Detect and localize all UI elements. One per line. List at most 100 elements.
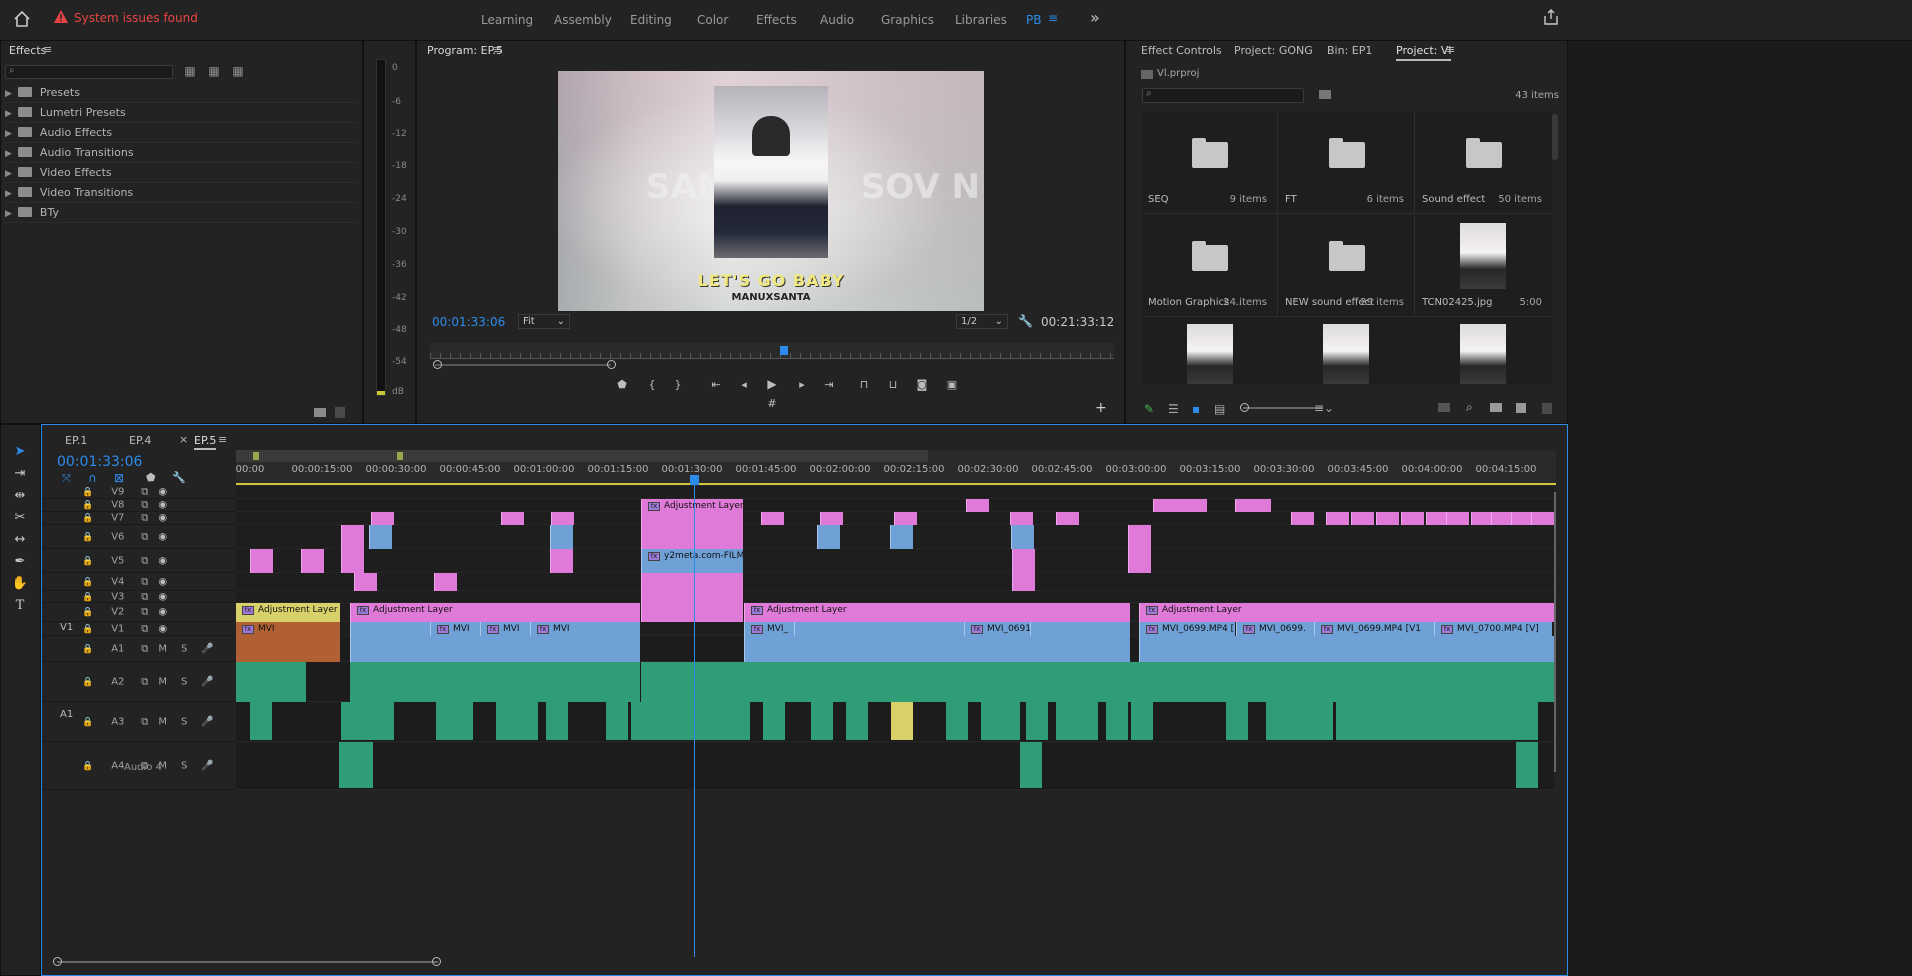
panel-menu-icon[interactable]: ≡ xyxy=(1446,43,1455,56)
sync-lock-icon[interactable]: ⧉ xyxy=(141,643,148,654)
new-folder-icon[interactable] xyxy=(314,408,326,417)
sync-lock-icon[interactable]: ⧉ xyxy=(141,513,148,524)
ripple-edit-tool-icon[interactable]: ⇹ xyxy=(11,487,29,505)
eye-icon[interactable]: ◉ xyxy=(158,591,167,602)
button-editor-icon[interactable]: + xyxy=(1095,400,1107,416)
audio-clip[interactable] xyxy=(236,636,340,662)
lock-icon[interactable]: 🔒 xyxy=(82,488,93,498)
scroll-handle-right[interactable] xyxy=(432,957,441,966)
tree-item-video-transitions[interactable]: ▶ Video Transitions xyxy=(5,183,357,203)
tab-graphics[interactable]: Graphics xyxy=(881,13,934,27)
audio-clip[interactable] xyxy=(1311,702,1333,740)
sync-lock-icon[interactable]: ⧉ xyxy=(141,623,148,634)
tile-ft[interactable]: FT 6 items xyxy=(1279,112,1415,214)
playhead-timecode[interactable]: 00:01:33:06 xyxy=(432,315,505,329)
video-clip[interactable]: fx MVI xyxy=(530,622,640,636)
new-item-icon[interactable] xyxy=(1516,403,1526,413)
audio-clip[interactable] xyxy=(1456,702,1478,740)
panel-menu-icon[interactable]: ≡ xyxy=(493,43,502,56)
source-patch-a1[interactable]: A1 xyxy=(60,709,73,720)
sync-lock-icon[interactable]: ⧉ xyxy=(141,607,148,618)
tab-project-vl[interactable]: Project: Vl xyxy=(1396,44,1452,61)
tab-color[interactable]: Color xyxy=(697,13,728,27)
clip[interactable] xyxy=(1446,512,1469,525)
video-clip[interactable]: fx MVI xyxy=(236,622,340,636)
audio-clip[interactable] xyxy=(1436,702,1458,740)
lock-icon[interactable]: 🔒 xyxy=(82,592,93,602)
track-select-tool-icon[interactable]: ⇥ xyxy=(11,465,29,483)
audio-clip[interactable] xyxy=(1376,702,1398,740)
audio-clip[interactable] xyxy=(250,702,272,740)
tree-item-audio-transitions[interactable]: ▶ Audio Transitions xyxy=(5,143,357,163)
panel-menu-icon[interactable]: ≡ xyxy=(218,433,227,446)
clip[interactable] xyxy=(1128,525,1151,549)
solo-button[interactable]: S xyxy=(181,676,187,687)
clip[interactable] xyxy=(1531,512,1554,525)
clip[interactable] xyxy=(1376,512,1399,525)
audio-clip[interactable] xyxy=(998,702,1020,740)
32bit-effects-icon[interactable]: ▦ xyxy=(206,64,222,78)
video-clip[interactable]: fx MVI_ xyxy=(744,622,794,636)
clip[interactable] xyxy=(354,573,377,591)
ruler-marker[interactable] xyxy=(397,452,403,460)
go-to-out-icon[interactable]: ⇥ xyxy=(821,378,837,391)
new-search-bin-icon[interactable] xyxy=(1319,90,1331,99)
home-icon[interactable] xyxy=(13,10,31,28)
clip[interactable] xyxy=(820,512,843,525)
video-clip[interactable]: fx MVI_0699.MP4 [ xyxy=(1139,622,1235,636)
clip[interactable] xyxy=(1010,512,1033,525)
solo-button[interactable]: S xyxy=(181,760,187,771)
solo-button[interactable]: S xyxy=(181,643,187,654)
add-marker-icon[interactable]: ⬟ xyxy=(146,471,156,484)
clip[interactable] xyxy=(501,512,524,525)
audio-clip[interactable] xyxy=(351,742,373,788)
tile-motion-graphics[interactable]: Motion Graphics ... 24 items xyxy=(1142,215,1278,317)
video-clip[interactable]: fx MVI_0699. xyxy=(1236,622,1314,636)
clip[interactable] xyxy=(1235,499,1271,512)
clip[interactable] xyxy=(371,512,394,525)
extract-icon[interactable]: ⊔ xyxy=(885,378,901,391)
eye-icon[interactable]: ◉ xyxy=(158,487,167,498)
sync-lock-icon[interactable]: ⧉ xyxy=(141,591,148,602)
audio-clip[interactable] xyxy=(811,702,833,740)
slip-tool-icon[interactable]: ↔ xyxy=(11,531,29,549)
timeline-playhead-line[interactable] xyxy=(694,485,695,957)
type-tool-icon[interactable]: T xyxy=(11,597,29,615)
accelerated-effects-icon[interactable]: ▦ xyxy=(182,64,198,78)
audio-clip[interactable] xyxy=(606,702,628,740)
write-lock-icon[interactable]: ✎ xyxy=(1144,402,1154,416)
clip[interactable] xyxy=(1012,549,1035,573)
audio-clip[interactable] xyxy=(236,662,306,702)
clip[interactable] xyxy=(341,549,364,573)
track-lane-v9[interactable] xyxy=(236,486,1554,499)
clip[interactable] xyxy=(890,525,913,549)
scroll-handle-left[interactable] xyxy=(53,957,62,966)
sync-lock-icon[interactable]: ⧉ xyxy=(141,716,148,727)
zoom-handle-left[interactable] xyxy=(433,360,442,369)
effects-panel-title[interactable]: Effects xyxy=(9,44,46,57)
mute-button[interactable]: M xyxy=(158,643,167,654)
timeline-h-scrollbar[interactable] xyxy=(57,961,438,963)
audio-clip[interactable] xyxy=(1276,702,1298,740)
mark-out-icon[interactable]: } xyxy=(670,378,686,391)
clip[interactable] xyxy=(1326,512,1349,525)
audio-clip[interactable] xyxy=(496,702,518,740)
lock-icon[interactable]: 🔒 xyxy=(82,556,93,566)
delete-icon[interactable] xyxy=(335,407,345,418)
tab-ep5[interactable]: EP.5 xyxy=(194,434,217,450)
icon-view-icon[interactable]: ▪ xyxy=(1192,402,1200,416)
solo-button[interactable]: S xyxy=(181,716,187,727)
hand-tool-icon[interactable]: ✋ xyxy=(11,575,29,593)
sync-lock-icon[interactable]: ⧉ xyxy=(141,576,148,587)
clip[interactable] xyxy=(550,525,573,549)
sync-lock-icon[interactable]: ⧉ xyxy=(141,555,148,566)
audio-clip[interactable] xyxy=(1396,702,1418,740)
panel-menu-icon[interactable]: ≡ xyxy=(43,43,52,56)
snap-icon[interactable]: ∩ xyxy=(88,471,97,485)
play-icon[interactable]: ▶ xyxy=(764,377,780,391)
project-scrollbar[interactable] xyxy=(1552,114,1558,160)
adjustment-layer-clip[interactable]: fx Adjustment Layer xyxy=(236,603,340,622)
track-lane-v8[interactable] xyxy=(236,499,1554,512)
audio-clip[interactable] xyxy=(1020,742,1042,788)
clip[interactable] xyxy=(894,512,917,525)
